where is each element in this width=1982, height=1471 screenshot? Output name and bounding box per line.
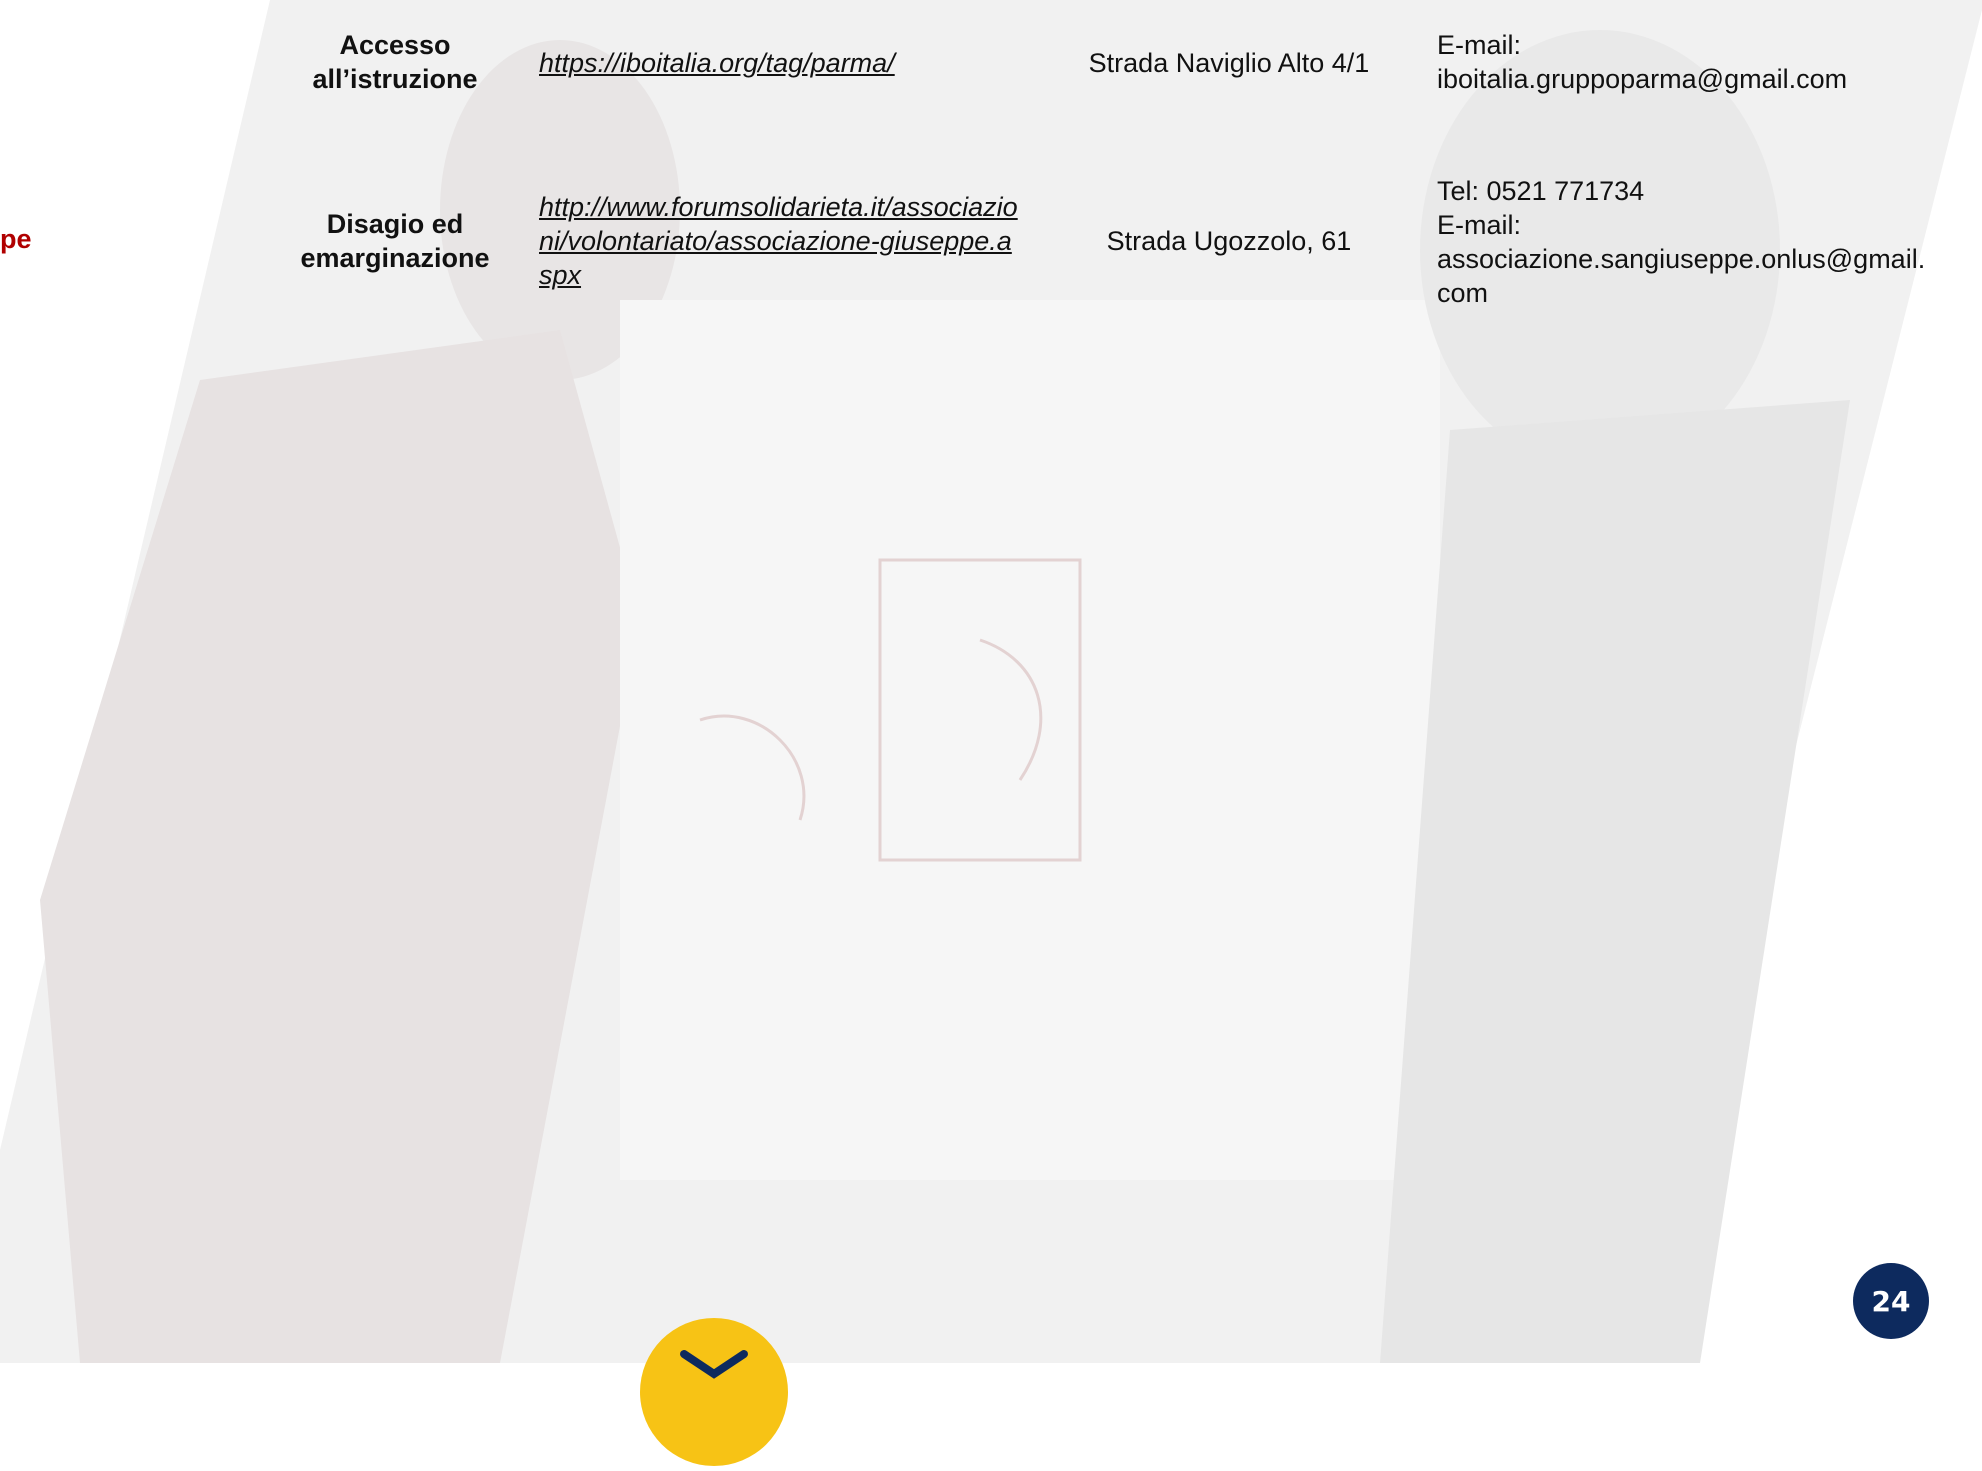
address-cell: Strada Ugozzolo, 61 (1106, 226, 1352, 256)
partial-section-heading: pe (0, 224, 32, 254)
contact-email: iboitalia.gruppoparma@gmail.com (1437, 64, 1848, 94)
contact-line: E-mail: (1437, 30, 1522, 60)
contact-line: E-mail: (1437, 210, 1522, 240)
website-link[interactable]: http://www.forumsolidarieta.it/associazi… (539, 190, 1019, 292)
chevron-down-icon (680, 1350, 748, 1379)
contact-cell: Tel: 0521 771734 E-mail: associazione.sa… (1437, 174, 1937, 310)
website-link[interactable]: https://iboitalia.org/tag/parma/ (539, 46, 1039, 80)
logo-icon (640, 1318, 788, 1466)
contact-email: associazione.sangiuseppe.onlus@gmail.com (1437, 244, 1926, 308)
category-cell: Accesso all’istruzione (312, 30, 478, 94)
contact-phone: Tel: 0521 771734 (1437, 176, 1645, 206)
address-cell: Strada Naviglio Alto 4/1 (1088, 48, 1370, 78)
contact-cell: E-mail: iboitalia.gruppoparma@gmail.com (1437, 28, 1957, 96)
page-number-badge: 24 (1853, 1263, 1929, 1339)
category-cell: Disagio ed emarginazione (300, 209, 490, 273)
